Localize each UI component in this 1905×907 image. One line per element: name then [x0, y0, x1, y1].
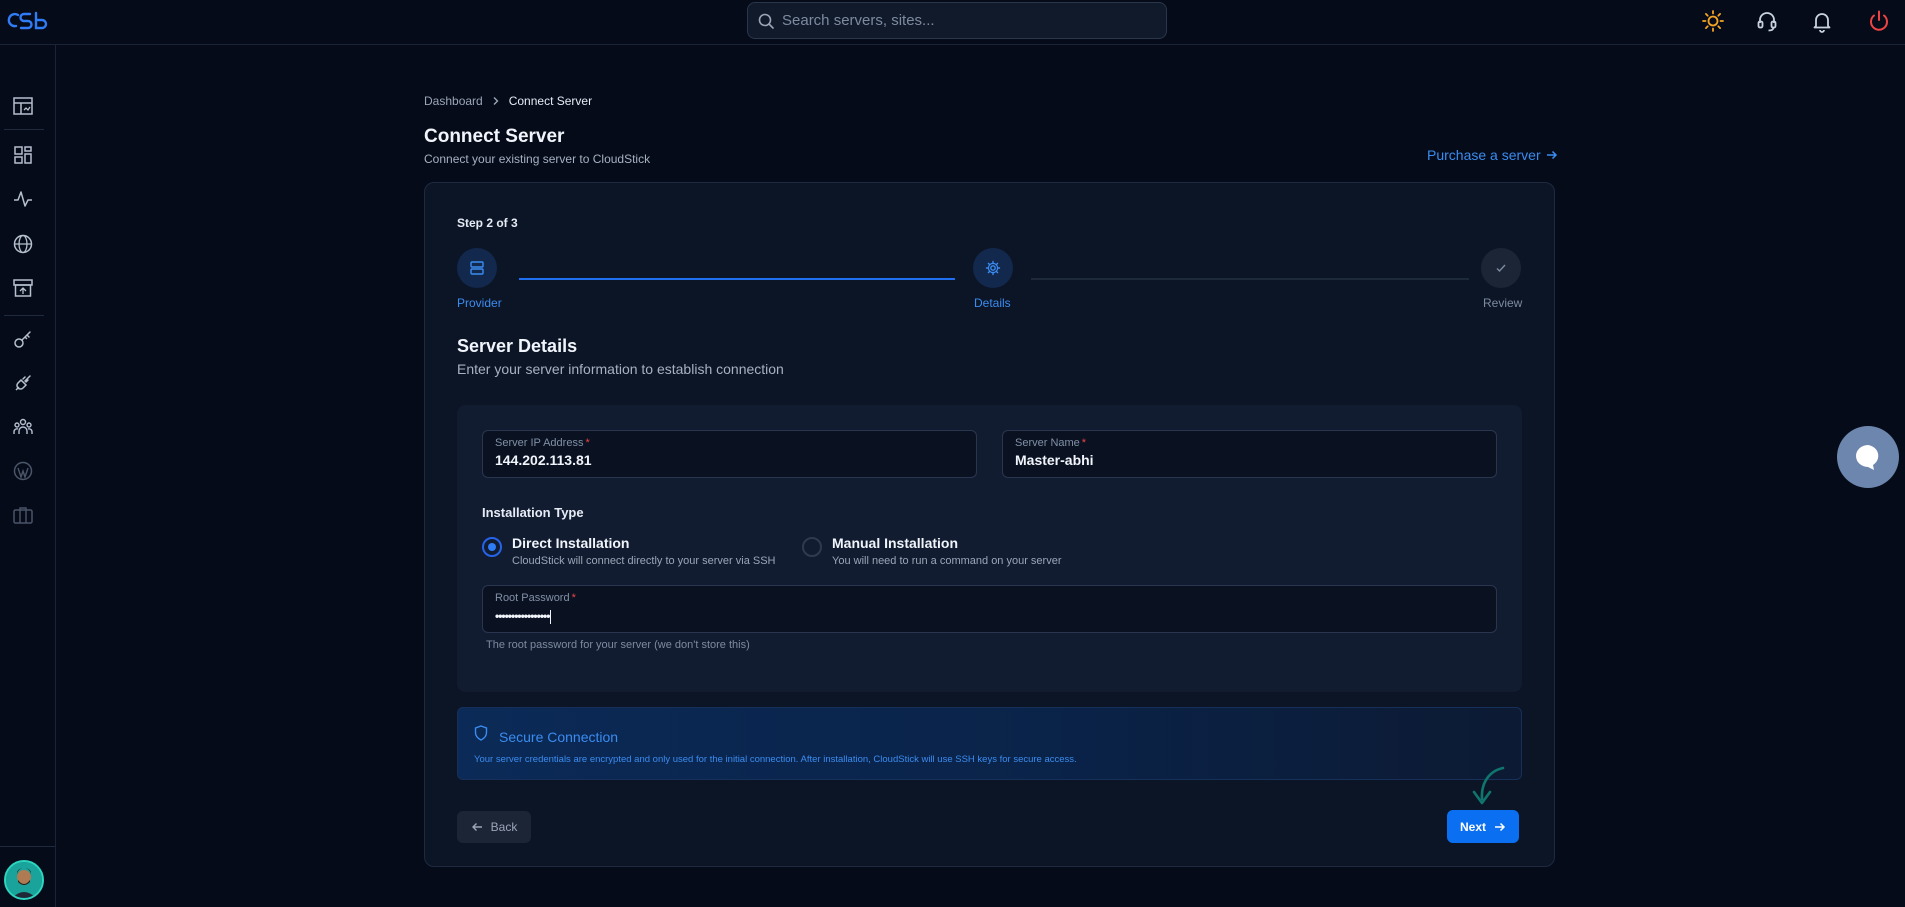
purchase-server-label: Purchase a server [1427, 147, 1541, 163]
power-icon[interactable] [1867, 9, 1891, 33]
direct-installation-option[interactable]: Direct Installation CloudStick will conn… [482, 535, 775, 567]
connect-server-card: Step 2 of 3 Provider Details Review Serv… [424, 182, 1555, 867]
search-icon [758, 13, 774, 29]
sidebar-divider [4, 129, 44, 130]
required-marker: * [585, 437, 590, 449]
gear-icon [985, 260, 1001, 276]
bell-icon[interactable] [1810, 9, 1834, 33]
root-password-field[interactable]: Root Password * ••••••••••••••••• [482, 585, 1497, 633]
next-button-label: Next [1459, 819, 1486, 834]
activity-icon [14, 191, 32, 207]
sun-icon[interactable] [1701, 9, 1725, 33]
server-name-value: Master-abhi [1015, 452, 1094, 468]
step-indicator: Step 2 of 3 [457, 216, 518, 230]
archive-icon [13, 279, 33, 297]
sidebar-item-sites[interactable] [10, 231, 36, 257]
curved-pointer-arrow-icon [1472, 766, 1505, 805]
root-password-hint: The root password for your server (we do… [486, 639, 750, 651]
sidebar-divider [0, 846, 55, 847]
root-password-value: ••••••••••••••••• [495, 609, 552, 624]
next-button[interactable]: Next [1447, 810, 1519, 843]
sidebar-item-apps[interactable] [10, 142, 36, 168]
user-avatar-image [6, 862, 42, 898]
server-name-label: Server Name * [1015, 437, 1087, 449]
chat-bubble-icon [1856, 445, 1879, 470]
server-name-field[interactable]: Server Name * Master-abhi [1002, 430, 1497, 478]
page-subtitle: Connect your existing server to CloudSti… [424, 152, 651, 166]
sidebar-item-activity[interactable] [10, 186, 36, 212]
shield-icon [474, 725, 488, 741]
sidebar-item-dashboard[interactable] [10, 93, 36, 119]
globe-icon [13, 234, 33, 254]
server-icon [470, 261, 484, 275]
top-bar [0, 0, 1905, 45]
chat-launcher-button[interactable] [1837, 426, 1899, 488]
arrow-left-icon [471, 823, 482, 831]
plug-icon [15, 375, 31, 391]
check-icon [1496, 264, 1506, 273]
manual-installation-title: Manual Installation [832, 535, 959, 551]
sidebar-item-agency[interactable] [10, 502, 36, 528]
back-button[interactable]: Back [457, 811, 531, 843]
back-button-label: Back [490, 820, 518, 834]
step-review[interactable] [1481, 248, 1521, 288]
secure-connection-notice: Secure Connection Your server credential… [457, 707, 1522, 780]
manual-installation-desc: You will need to run a command on your s… [832, 555, 1062, 567]
required-marker: * [571, 592, 576, 604]
headset-icon[interactable] [1755, 9, 1779, 33]
sidebar [0, 45, 56, 907]
key-icon [14, 331, 31, 348]
direct-installation-radio[interactable] [482, 537, 502, 557]
manual-installation-option[interactable]: Manual Installation You will need to run… [802, 535, 1062, 567]
step-provider-label: Provider [457, 296, 502, 310]
page-title: Connect Server [424, 126, 565, 147]
sidebar-item-backups[interactable] [10, 275, 36, 301]
cloudstick-logo[interactable] [6, 8, 50, 34]
required-marker: * [1081, 437, 1087, 449]
step-provider[interactable] [457, 248, 497, 288]
arrow-right-icon [1495, 822, 1506, 831]
server-details-form: Server IP Address * 144.202.113.81 Server… [457, 405, 1522, 692]
dashboard-icon [13, 97, 33, 115]
breadcrumb: Dashboard Connect Server [424, 94, 592, 108]
server-ip-field[interactable]: Server IP Address * 144.202.113.81 [482, 430, 977, 478]
search-input[interactable] [782, 12, 1142, 29]
section-subtitle: Enter your server information to establi… [457, 361, 784, 377]
direct-installation-title: Direct Installation [512, 535, 630, 551]
sidebar-item-wordpress[interactable] [10, 458, 36, 484]
step-review-label: Review [1483, 296, 1523, 310]
breadcrumb-current: Connect Server [508, 94, 593, 108]
sidebar-item-keys[interactable] [10, 326, 36, 352]
sidebar-divider [4, 315, 44, 316]
root-password-label: Root Password * [495, 592, 576, 604]
team-icon [13, 418, 33, 434]
chevron-right-icon [493, 97, 499, 105]
sidebar-item-team[interactable] [10, 414, 36, 440]
section-title: Server Details [457, 336, 578, 356]
step-connector-pending [1031, 278, 1469, 280]
step-details[interactable] [973, 248, 1013, 288]
server-ip-value: 144.202.113.81 [495, 452, 592, 468]
wordpress-icon [13, 461, 33, 481]
sidebar-item-integrations[interactable] [10, 370, 36, 396]
server-ip-label: Server IP Address * [495, 437, 590, 449]
direct-installation-desc: CloudStick will connect directly to your… [512, 555, 776, 567]
manual-installation-radio[interactable] [802, 537, 822, 557]
search-bar[interactable] [747, 2, 1167, 39]
secure-connection-text: Your server credentials are encrypted an… [474, 754, 1077, 765]
step-details-label: Details [974, 296, 1011, 310]
secure-connection-title: Secure Connection [499, 729, 619, 745]
installation-type-title: Installation Type [482, 505, 584, 520]
briefcase-icon [13, 507, 33, 524]
grid-icon [14, 146, 32, 164]
step-connector-done [519, 278, 955, 280]
breadcrumb-dashboard[interactable]: Dashboard [424, 94, 483, 108]
avatar[interactable] [4, 860, 44, 900]
purchase-server-link[interactable]: Purchase a server [1427, 147, 1558, 163]
arrow-right-icon [1546, 150, 1557, 160]
